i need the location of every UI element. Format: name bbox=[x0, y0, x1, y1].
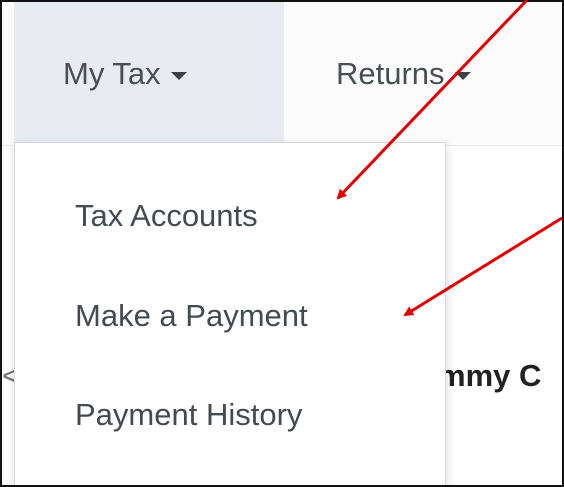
top-navbar: My Tax Returns bbox=[2, 2, 562, 146]
nav-returns-label: Returns bbox=[336, 55, 445, 91]
menu-item-make-a-payment[interactable]: Make a Payment bbox=[75, 298, 308, 334]
caret-down-icon bbox=[170, 71, 187, 80]
partial-heading: mmy C bbox=[438, 358, 542, 393]
caret-down-icon bbox=[454, 71, 471, 80]
screenshot-frame: < mmy C My Tax Returns Tax Accounts Make… bbox=[0, 0, 564, 487]
nav-my-tax-label: My Tax bbox=[63, 55, 161, 91]
menu-item-payment-history[interactable]: Payment History bbox=[75, 397, 302, 433]
nav-my-tax[interactable]: My Tax bbox=[14, 2, 284, 145]
nav-returns[interactable]: Returns bbox=[336, 2, 471, 145]
my-tax-dropdown-menu: Tax Accounts Make a Payment Payment Hist… bbox=[14, 142, 446, 485]
menu-item-tax-accounts[interactable]: Tax Accounts bbox=[75, 198, 258, 234]
